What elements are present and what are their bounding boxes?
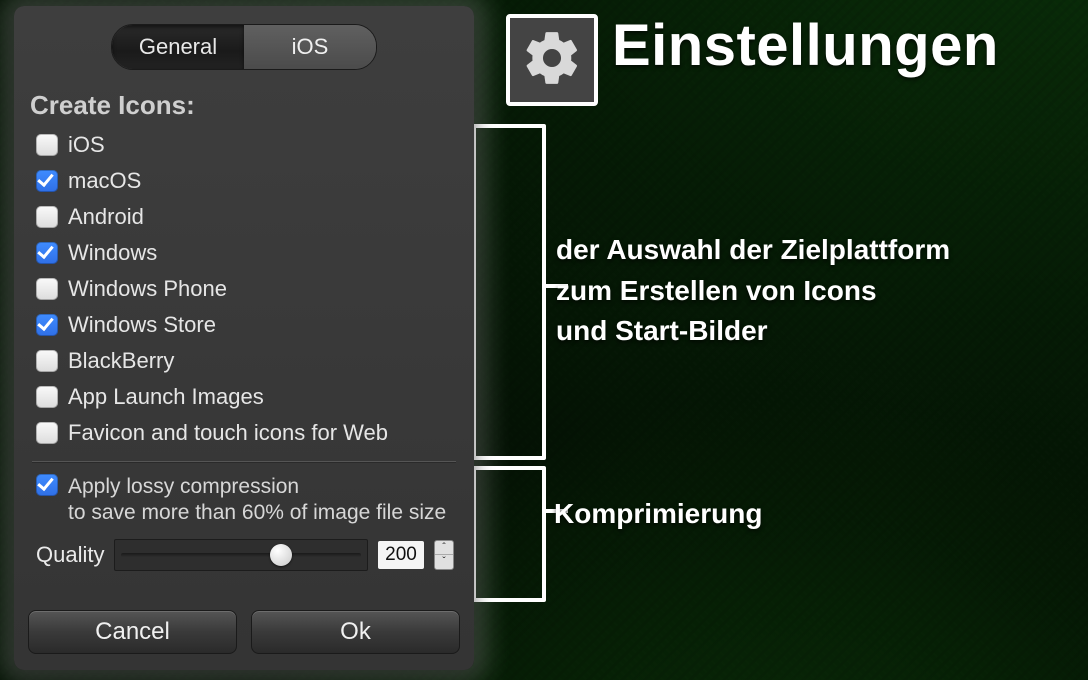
checkbox-label: BlackBerry [68, 348, 174, 374]
compression-row[interactable]: Apply lossy compression to save more tha… [14, 468, 474, 527]
quality-row: Quality 200 ˆ ˇ [14, 539, 474, 571]
settings-gear-box [506, 14, 598, 106]
page-title: Einstellungen [612, 12, 999, 79]
stepper-up[interactable]: ˆ [435, 541, 453, 556]
callout-box-compression [472, 466, 546, 602]
platform-checkbox-row[interactable]: Android [36, 201, 460, 233]
gear-icon [521, 27, 583, 94]
button-row: Cancel Ok [14, 596, 474, 670]
platform-checkbox-row[interactable]: App Launch Images [36, 381, 460, 413]
checkbox[interactable] [36, 278, 58, 300]
checkbox-label: Android [68, 204, 144, 230]
checkbox-label: iOS [68, 132, 105, 158]
divider [32, 461, 456, 462]
compression-checkbox[interactable] [36, 474, 58, 496]
stepper-down[interactable]: ˇ [435, 555, 453, 569]
platform-checkbox-row[interactable]: Favicon and touch icons for Web [36, 417, 460, 449]
platform-checkbox-row[interactable]: macOS [36, 165, 460, 197]
checkbox[interactable] [36, 422, 58, 444]
checkbox-label: App Launch Images [68, 384, 264, 410]
compression-line2: to save more than 60% of image file size [68, 500, 446, 526]
quality-label: Quality [36, 542, 104, 568]
quality-stepper[interactable]: ˆ ˇ [434, 540, 454, 570]
compression-label: Apply lossy compression to save more tha… [68, 474, 446, 527]
annotation-line: zum Erstellen von Icons [556, 271, 950, 312]
annotation-compression: Komprimierung [554, 498, 762, 530]
tab-ios[interactable]: iOS [244, 25, 376, 69]
platform-checkbox-row[interactable]: BlackBerry [36, 345, 460, 377]
platform-checkbox-list: iOS macOS Android Windows Windows Phone Windo… [14, 127, 474, 451]
section-title: Create Icons: [30, 90, 474, 121]
platform-checkbox-row[interactable]: Windows Store [36, 309, 460, 341]
checkbox[interactable] [36, 206, 58, 228]
checkbox[interactable] [36, 386, 58, 408]
ok-button[interactable]: Ok [251, 610, 460, 654]
annotation-line: und Start-Bilder [556, 311, 950, 352]
checkbox[interactable] [36, 242, 58, 264]
quality-value[interactable]: 200 [378, 541, 424, 569]
slider-track [121, 553, 361, 557]
checkbox-label: Windows Phone [68, 276, 227, 302]
platform-checkbox-row[interactable]: iOS [36, 129, 460, 161]
quality-slider[interactable] [114, 539, 368, 571]
annotation-platforms: der Auswahl der Zielplattform zum Erstel… [556, 230, 950, 352]
checkbox[interactable] [36, 350, 58, 372]
settings-panel: General iOS Create Icons: iOS macOS Androi… [14, 6, 474, 670]
tab-bar: General iOS [111, 24, 377, 70]
checkbox-label: Windows Store [68, 312, 216, 338]
annotation-line: der Auswahl der Zielplattform [556, 230, 950, 271]
checkbox-label: macOS [68, 168, 141, 194]
platform-checkbox-row[interactable]: Windows [36, 237, 460, 269]
compression-line1: Apply lossy compression [68, 474, 446, 500]
checkbox[interactable] [36, 314, 58, 336]
checkbox-label: Favicon and touch icons for Web [68, 420, 388, 446]
slider-thumb[interactable] [270, 544, 292, 566]
cancel-button[interactable]: Cancel [28, 610, 237, 654]
checkbox[interactable] [36, 134, 58, 156]
checkbox-label: Windows [68, 240, 157, 266]
callout-box-platforms [472, 124, 546, 460]
tab-general[interactable]: General [112, 25, 244, 69]
platform-checkbox-row[interactable]: Windows Phone [36, 273, 460, 305]
checkbox[interactable] [36, 170, 58, 192]
